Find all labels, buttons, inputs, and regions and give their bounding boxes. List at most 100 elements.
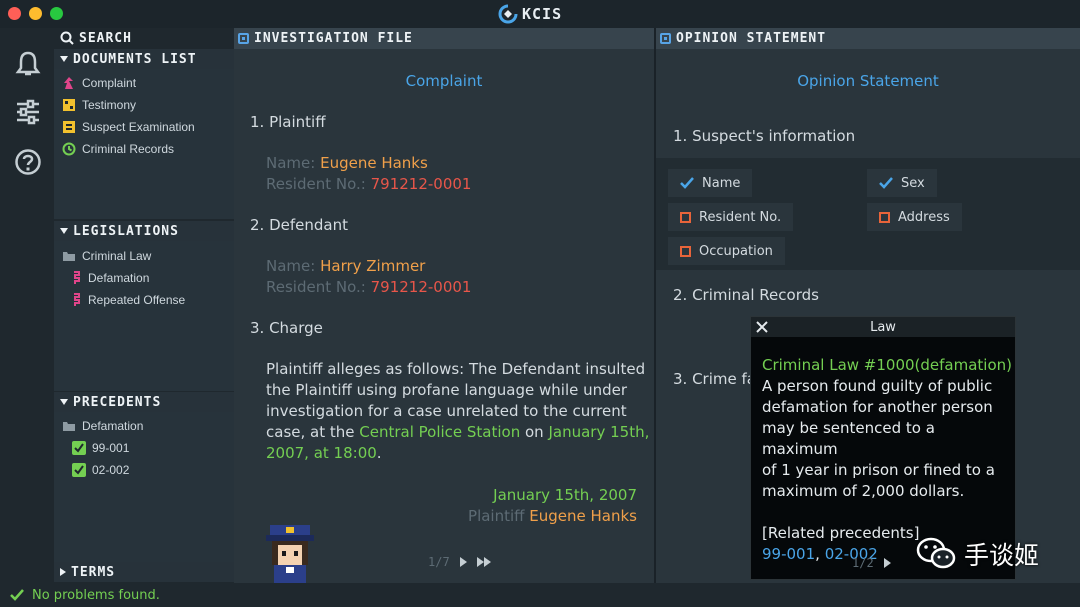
- charge-line: 2007, at 18:00.: [266, 444, 382, 462]
- field-label: Sex: [901, 175, 925, 191]
- plaintiff-name-label: Name:: [266, 154, 316, 172]
- next-page-button[interactable]: [459, 557, 467, 567]
- precedents-header[interactable]: PRECEDENTS: [54, 392, 234, 412]
- plaintiff-resident-no[interactable]: 791212-0001: [371, 175, 472, 193]
- precedent-item-label: 02-002: [92, 463, 130, 477]
- unchecked-box-icon: [680, 245, 691, 257]
- defendant-name[interactable]: Harry Zimmer: [320, 257, 425, 275]
- defendant-resident-label: Resident No.:: [266, 278, 366, 296]
- checkmark-icon: [10, 589, 24, 601]
- document-item-label: Complaint: [82, 76, 137, 90]
- expand-triangle-icon: [60, 568, 66, 576]
- settings-button[interactable]: [12, 96, 44, 128]
- charge-text: .: [376, 444, 382, 462]
- field-sex-checkbox[interactable]: Sex: [867, 169, 937, 197]
- collapse-triangle-icon: [60, 228, 68, 234]
- checkmark-icon: [879, 177, 893, 189]
- window-minimize-button[interactable]: [29, 7, 42, 20]
- page-indicator: 1/7: [428, 555, 450, 569]
- precedent-item-label: 99-001: [92, 441, 130, 455]
- plaintiff-heading: 1. Plaintiff: [250, 113, 326, 131]
- status-text: No problems found.: [32, 587, 160, 603]
- help-button[interactable]: [12, 146, 44, 178]
- law-text-line: may be sentenced to a maximum: [762, 419, 935, 458]
- precedents-title: PRECEDENTS: [73, 394, 162, 410]
- precedent-item-99-001[interactable]: 99-001: [72, 438, 129, 458]
- document-item-suspect-examination[interactable]: Suspect Examination: [62, 117, 195, 137]
- window-maximize-button[interactable]: [50, 7, 63, 20]
- close-icon[interactable]: [755, 320, 769, 334]
- signature-name[interactable]: Eugene Hanks: [529, 507, 637, 525]
- legislation-item-defamation[interactable]: Defamation: [72, 268, 149, 288]
- terms-title: TERMS: [71, 564, 116, 580]
- defendant-resident-no[interactable]: 791212-0001: [371, 278, 472, 296]
- field-name-checkbox[interactable]: Name: [668, 169, 753, 197]
- document-item-criminal-records[interactable]: Criminal Records: [62, 139, 174, 159]
- charge-date[interactable]: January 15th,: [548, 423, 649, 441]
- field-label: Occupation: [699, 243, 773, 259]
- legislation-folder-criminal-law[interactable]: Criminal Law: [62, 246, 151, 266]
- window-close-button[interactable]: [8, 7, 21, 20]
- investigation-pager: 1/7: [428, 555, 491, 569]
- document-item-label: Suspect Examination: [82, 120, 195, 134]
- law-text-line: defamation for another person: [762, 398, 993, 416]
- defendant-name-row: Name: Harry Zimmer: [266, 257, 425, 275]
- field-address-checkbox[interactable]: Address: [867, 203, 962, 231]
- charge-date-time[interactable]: 2007, at 18:00: [266, 444, 377, 462]
- signature-date[interactable]: January 15th, 2007: [493, 486, 637, 504]
- defendant-name-label: Name:: [266, 257, 316, 275]
- testimony-icon: [63, 99, 75, 111]
- precedent-folder-defamation[interactable]: Defamation: [62, 416, 143, 436]
- law-popup-pager: 1/2: [852, 556, 891, 570]
- examination-icon: [63, 121, 75, 133]
- watermark-text: 手谈姬: [964, 541, 1040, 570]
- unchecked-box-icon: [680, 211, 691, 223]
- precedent-link-99-001[interactable]: 99-001: [762, 545, 815, 563]
- charge-location[interactable]: Central Police Station: [359, 423, 520, 441]
- defendant-resident-row: Resident No.: 791212-0001: [266, 278, 471, 296]
- law-popup-body: Criminal Law #1000(defamation) A person …: [762, 355, 1012, 565]
- wechat-icon: [916, 537, 956, 569]
- legislation-item-label: Repeated Offense: [88, 293, 186, 307]
- document-item-label: Testimony: [82, 98, 137, 112]
- notifications-button[interactable]: [12, 48, 44, 80]
- last-page-button[interactable]: [476, 557, 491, 567]
- document-icon: [238, 33, 249, 44]
- precedent-item-02-002[interactable]: 02-002: [72, 460, 129, 480]
- law-text-line: maximum of 2,000 dollars.: [762, 482, 965, 500]
- opinion-statement-header: OPINION STATEMENT: [656, 28, 1080, 49]
- bell-icon: [15, 51, 41, 76]
- law-text-line: of 1 year in prison or fined to a: [762, 461, 995, 479]
- fast-forward-icon: [476, 557, 484, 567]
- search-button[interactable]: SEARCH: [54, 28, 234, 48]
- investigation-file-title: INVESTIGATION FILE: [254, 31, 413, 46]
- folder-icon: [63, 422, 75, 431]
- law-text-line: A person found guilty of public: [762, 377, 993, 395]
- plaintiff-name[interactable]: Eugene Hanks: [320, 154, 428, 172]
- legislations-header[interactable]: LEGISLATIONS: [54, 221, 234, 241]
- collapse-triangle-icon: [60, 56, 68, 62]
- document-item-label: Criminal Records: [82, 142, 175, 156]
- next-page-button[interactable]: [883, 558, 891, 568]
- legislation-item-repeated-offense[interactable]: Repeated Offense: [72, 290, 185, 310]
- help-icon: [15, 149, 41, 175]
- search-label: SEARCH: [79, 30, 132, 46]
- complaint-doc-title: Complaint: [405, 72, 483, 90]
- suspect-info-heading: 1. Suspect's information: [673, 127, 856, 145]
- documents-list-header[interactable]: DOCUMENTS LIST: [54, 49, 234, 69]
- fast-forward-icon: [483, 557, 491, 567]
- charge-text: case, at the: [266, 423, 360, 441]
- law-name: Criminal Law #1000(defamation): [762, 356, 1013, 374]
- signature-label: Plaintiff: [468, 507, 525, 525]
- document-item-complaint[interactable]: Complaint: [62, 73, 136, 93]
- field-occupation-checkbox[interactable]: Occupation: [668, 237, 785, 265]
- terms-header[interactable]: TERMS: [54, 562, 234, 582]
- investigation-file-panel: INVESTIGATION FILE Complaint 1. Plaintif…: [234, 28, 654, 601]
- plaintiff-name-row: Name: Eugene Hanks: [266, 154, 428, 172]
- documents-list-title: DOCUMENTS LIST: [73, 51, 197, 67]
- unchecked-box-icon: [879, 211, 890, 223]
- document-item-testimony[interactable]: Testimony: [62, 95, 136, 115]
- field-resident-no-checkbox[interactable]: Resident No.: [668, 203, 794, 231]
- status-bar: No problems found.: [0, 583, 1080, 607]
- app-title: KCIS: [498, 4, 562, 24]
